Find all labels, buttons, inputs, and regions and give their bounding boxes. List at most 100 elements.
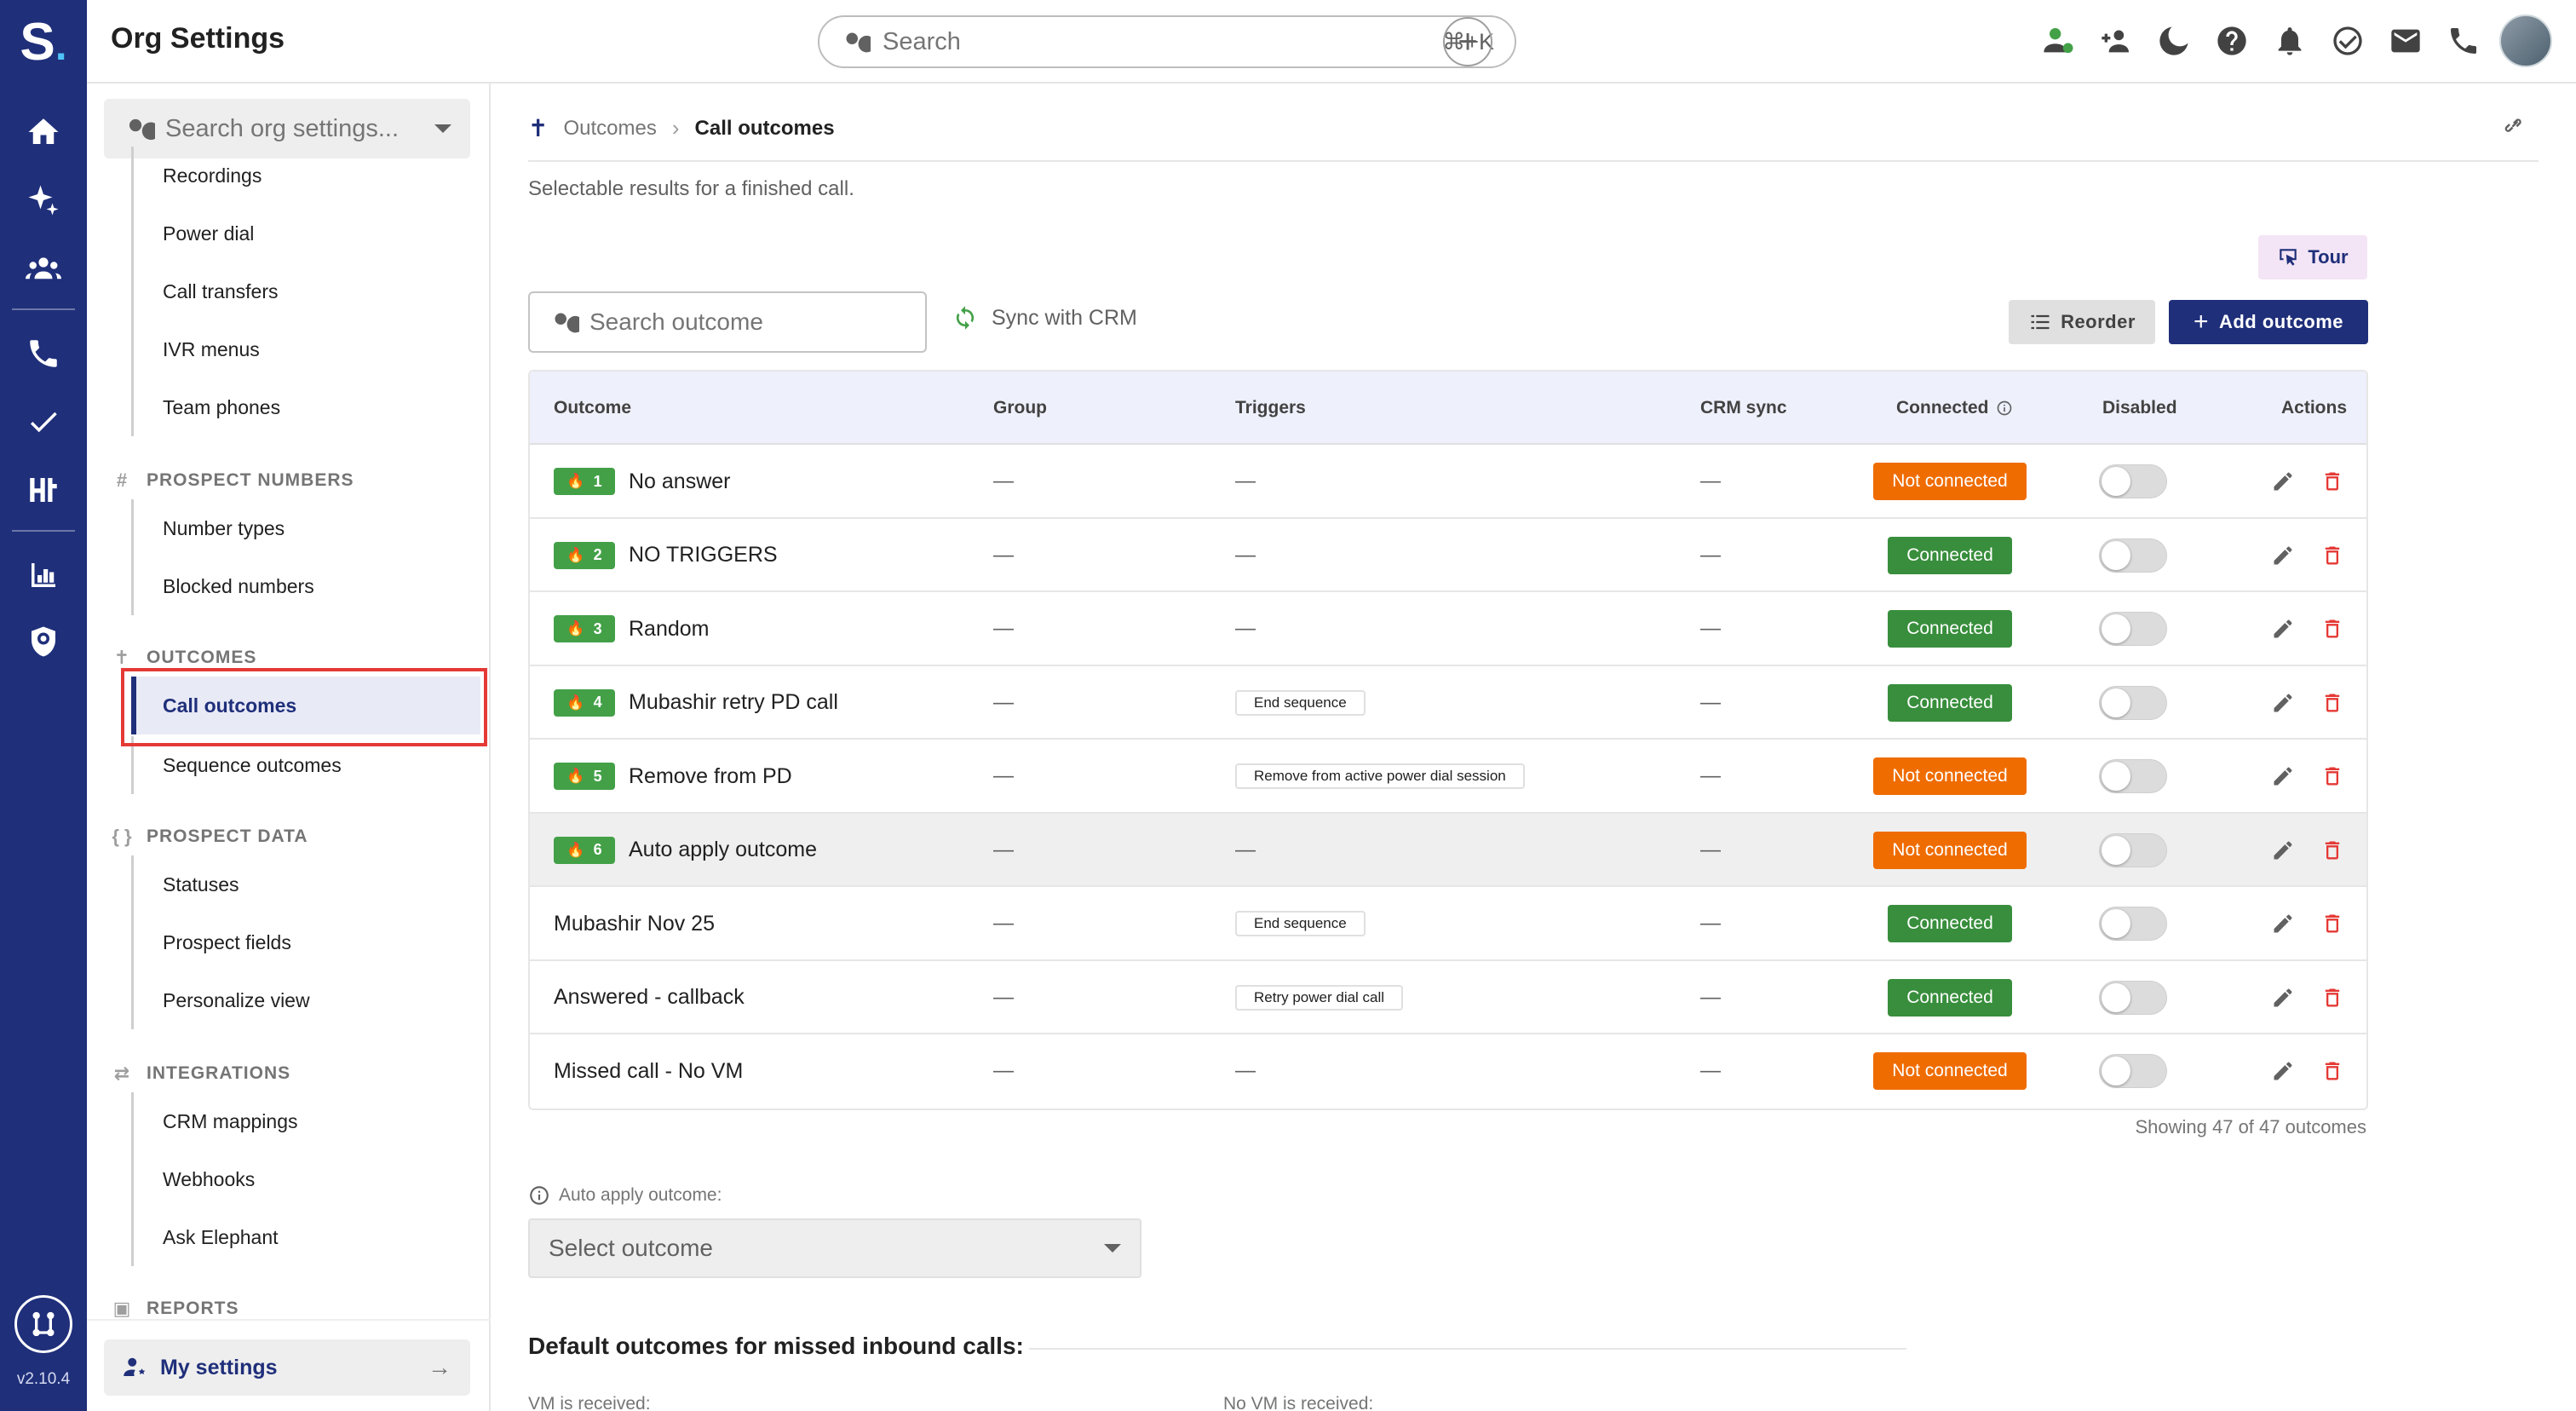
add-team-icon[interactable]: [2087, 14, 2145, 68]
column-header-triggers[interactable]: Triggers: [1235, 371, 1306, 445]
delete-icon[interactable]: [2320, 814, 2344, 887]
column-header-connected[interactable]: Connected: [1896, 371, 2013, 445]
table-row[interactable]: 🔥 3 Random — — — Connected: [530, 592, 2366, 666]
phone-icon[interactable]: [22, 332, 65, 375]
group-cell: —: [993, 1059, 1014, 1082]
edit-icon[interactable]: [2271, 592, 2295, 665]
reports-icon: ▣: [112, 1298, 131, 1319]
create-new-button[interactable]: +: [1443, 17, 1492, 66]
column-header-actions: Actions: [2281, 398, 2348, 418]
sidebar-item-crm-mappings[interactable]: CRM mappings: [131, 1092, 480, 1150]
table-row[interactable]: Mubashir Nov 25 — End sequence — Connected: [530, 887, 2366, 961]
table-row[interactable]: 🔥 2 NO TRIGGERS — — — Connected: [530, 519, 2366, 592]
tour-button[interactable]: Tour: [2258, 235, 2367, 279]
add-outcome-button[interactable]: + Add outcome: [2169, 300, 2368, 344]
column-header-outcome[interactable]: Outcome: [554, 371, 631, 445]
sidebar-item-statuses[interactable]: Statuses: [131, 855, 480, 913]
disabled-toggle[interactable]: [2099, 612, 2167, 646]
table-row[interactable]: Missed call - No VM — — — Not connected: [530, 1034, 2366, 1109]
integrations-circle-icon[interactable]: [14, 1295, 72, 1353]
disabled-cell: [2099, 666, 2167, 740]
plus-icon: +: [2193, 308, 2209, 336]
hubs-icon[interactable]: [22, 469, 65, 511]
sidebar-item-team-phones[interactable]: Team phones: [131, 378, 480, 436]
delete-icon[interactable]: [2320, 740, 2344, 813]
group-cell: —: [993, 764, 1014, 787]
column-header-group[interactable]: Group: [993, 371, 1047, 445]
outcome-cell: 🔥 3 Random: [554, 592, 710, 665]
edit-icon[interactable]: [2271, 1034, 2295, 1108]
disabled-toggle[interactable]: [2099, 980, 2167, 1015]
info-icon[interactable]: [528, 1184, 550, 1207]
sidebar-item-blocked-numbers[interactable]: Blocked numbers: [131, 557, 480, 615]
dialer-phone-icon[interactable]: [2435, 14, 2493, 68]
delete-icon[interactable]: [2320, 666, 2344, 740]
analytics-icon[interactable]: [22, 554, 65, 596]
my-settings-button[interactable]: My settings →: [104, 1339, 470, 1396]
mail-icon[interactable]: [2377, 14, 2435, 68]
chevron-down-icon[interactable]: [434, 124, 451, 133]
search-outcome-input[interactable]: Search outcome: [528, 291, 927, 353]
sidebar-item-call-transfers[interactable]: Call transfers: [131, 262, 480, 320]
sidebar-item-ivr-menus[interactable]: IVR menus: [131, 320, 480, 378]
disabled-toggle[interactable]: [2099, 538, 2167, 573]
triggers-cell: Retry power dial call: [1235, 961, 1404, 1034]
delete-icon[interactable]: [2320, 887, 2344, 960]
connected-cell: Not connected: [1871, 1034, 2029, 1108]
link-icon[interactable]: [2501, 112, 2530, 141]
app-logo[interactable]: S.: [0, 12, 87, 72]
sidebar-item-personalize-view[interactable]: Personalize view: [131, 971, 480, 1029]
info-icon[interactable]: [1996, 400, 2013, 417]
help-icon[interactable]: [2203, 14, 2261, 68]
delete-icon[interactable]: [2320, 592, 2344, 665]
sidebar-item-number-types[interactable]: Number types: [131, 499, 480, 557]
avatar[interactable]: [2499, 14, 2552, 67]
table-row[interactable]: 🔥 4 Mubashir retry PD call — End sequence — Co…: [530, 666, 2366, 740]
edit-icon[interactable]: [2271, 519, 2295, 592]
ai-sparkle-icon[interactable]: [22, 179, 65, 222]
sync-with-crm-button[interactable]: Sync with CRM: [952, 305, 1137, 331]
team-icon[interactable]: [22, 247, 65, 290]
header-divider: [528, 160, 2539, 162]
edit-icon[interactable]: [2271, 814, 2295, 887]
edit-icon[interactable]: [2271, 740, 2295, 813]
delete-icon[interactable]: [2320, 519, 2344, 592]
delete-icon[interactable]: [2320, 445, 2344, 518]
table-row[interactable]: 🔥 5 Remove from PD — Remove from active powe…: [530, 740, 2366, 814]
sidebar-item-webhooks[interactable]: Webhooks: [131, 1150, 480, 1208]
auto-apply-outcome-select[interactable]: Select outcome: [528, 1218, 1141, 1278]
reorder-button[interactable]: Reorder: [2009, 300, 2155, 344]
delete-icon[interactable]: [2320, 1034, 2344, 1108]
triggers-cell: —: [1235, 838, 1256, 861]
disabled-toggle[interactable]: [2099, 832, 2167, 867]
tasks-check-icon[interactable]: [2319, 14, 2377, 68]
trigger-chip: End sequence: [1235, 689, 1366, 716]
global-search-input[interactable]: Search ⌘+K: [818, 15, 1516, 68]
shield-icon[interactable]: [22, 620, 65, 663]
tasks-icon[interactable]: [22, 400, 65, 443]
column-header-disabled[interactable]: Disabled: [2102, 371, 2177, 445]
sidebar-item-recordings[interactable]: Recordings: [131, 147, 480, 204]
home-icon[interactable]: [22, 111, 65, 153]
edit-icon[interactable]: [2271, 666, 2295, 740]
table-row[interactable]: 🔥 6 Auto apply outcome — — — Not connected: [530, 813, 2366, 887]
disabled-toggle[interactable]: [2099, 1054, 2167, 1088]
table-row[interactable]: Answered - callback — Retry power dial cal…: [530, 961, 2366, 1034]
sidebar-item-prospect-fields[interactable]: Prospect fields: [131, 913, 480, 971]
sidebar-item-power-dial[interactable]: Power dial: [131, 204, 480, 262]
person-status-icon[interactable]: [2029, 14, 2087, 68]
sidebar-item-ask-elephant[interactable]: Ask Elephant: [131, 1208, 480, 1266]
disabled-toggle[interactable]: [2099, 685, 2167, 720]
disabled-toggle[interactable]: [2099, 759, 2167, 793]
edit-icon[interactable]: [2271, 445, 2295, 518]
edit-icon[interactable]: [2271, 961, 2295, 1034]
do-not-disturb-icon[interactable]: [2145, 14, 2203, 68]
notifications-icon[interactable]: [2261, 14, 2319, 68]
disabled-toggle[interactable]: [2099, 907, 2167, 941]
delete-icon[interactable]: [2320, 961, 2344, 1034]
edit-icon[interactable]: [2271, 887, 2295, 960]
column-header-crm-sync[interactable]: CRM sync: [1700, 371, 1787, 445]
disabled-toggle[interactable]: [2099, 464, 2167, 498]
table-row[interactable]: 🔥 1 No answer — — — Not connected: [530, 445, 2366, 519]
breadcrumb-parent[interactable]: Outcomes: [563, 117, 656, 141]
